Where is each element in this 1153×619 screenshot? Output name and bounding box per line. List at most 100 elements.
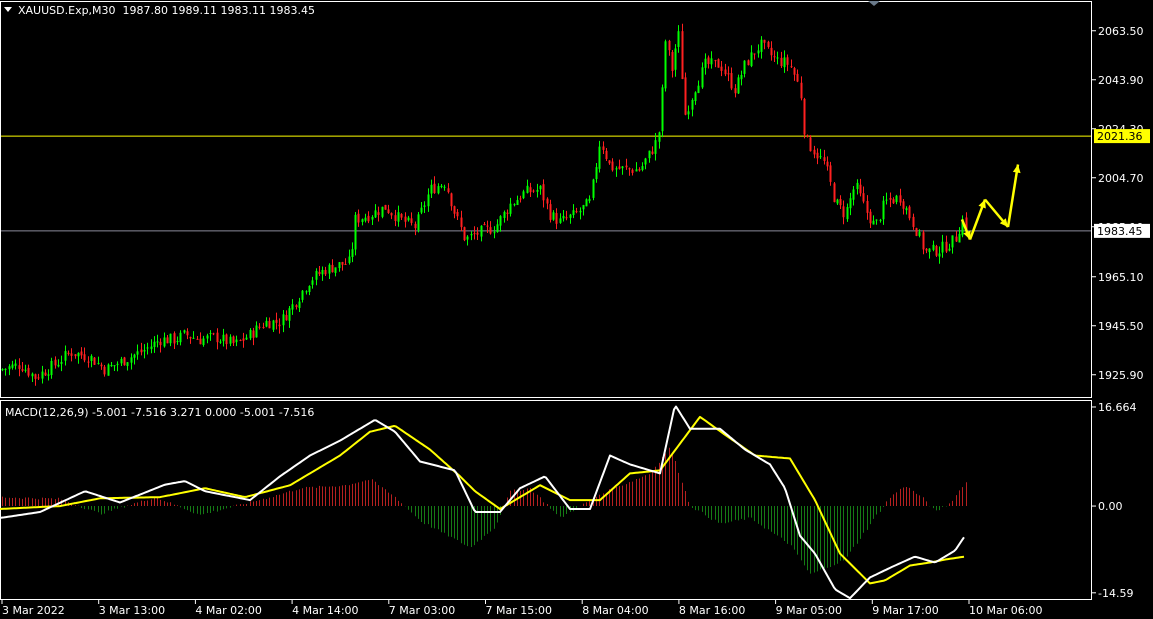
bull-candle [928,248,931,253]
bear-candle [103,366,106,375]
bull-candle [621,166,624,169]
bull-candle [427,194,430,207]
bull-candle [757,50,760,54]
bear-candle [724,69,727,75]
bull-candle [846,207,849,220]
bear-candle [892,199,895,204]
price-tick-label: 2004.70 [1098,172,1144,185]
bull-candle [938,253,941,257]
bull-candle [879,219,882,221]
bull-candle [687,111,690,115]
bull-candle [265,320,268,327]
bull-candle [572,210,575,216]
bull-candle [219,341,222,343]
bear-candle [489,227,492,234]
bull-candle [420,207,423,213]
bear-candle [212,333,215,335]
bull-candle [308,285,311,292]
resistance-price-label: 2021.36 [1097,130,1143,143]
bear-candle [460,217,463,228]
bull-candle [301,290,304,300]
bear-candle [159,341,162,346]
bear-candle [447,188,450,193]
bear-candle [638,169,641,171]
bear-candle [935,245,938,256]
bear-candle [790,66,793,68]
bear-candle [529,187,532,193]
bull-candle [644,158,647,165]
bear-candle [602,146,605,150]
bull-candle [60,362,63,364]
bull-candle [743,60,746,74]
bull-candle [499,216,502,226]
time-tick-label: 3 Mar 13:00 [99,604,165,617]
bear-candle [707,57,710,65]
bear-candle [717,59,720,68]
bull-candle [133,354,136,358]
bear-candle [295,305,298,308]
bear-candle [793,68,796,75]
bull-candle [856,182,859,190]
bull-candle [209,333,212,335]
bear-candle [869,211,872,224]
bull-candle [291,304,294,310]
bull-candle [513,204,516,206]
bear-candle [483,224,486,226]
time-tick-label: 4 Mar 14:00 [292,604,358,617]
bear-candle [232,336,235,344]
bull-candle [516,200,519,206]
bull-candle [710,58,713,65]
bear-candle [262,327,265,329]
macd-tick-label: -14.59 [1098,587,1133,600]
bull-candle [783,57,786,68]
bear-candle [829,165,832,182]
bull-candle [536,189,539,192]
bull-candle [882,200,885,220]
bull-candle [648,150,651,159]
bull-candle [941,241,944,253]
bull-candle [153,341,156,347]
bull-candle [958,233,961,243]
bull-candle [97,362,100,364]
bull-candle [895,195,898,203]
current-price-label: 1983.45 [1097,225,1143,238]
bear-candle [324,270,327,275]
bear-candle [773,56,776,58]
bull-candle [24,369,27,371]
bull-candle [14,363,17,366]
bull-candle [288,308,291,321]
bear-candle [258,326,261,328]
bear-candle [18,365,21,369]
bear-candle [21,369,24,371]
chart-menu-icon[interactable] [4,7,12,12]
bull-candle [522,191,525,199]
bull-candle [50,360,53,376]
bull-candle [569,214,572,218]
bull-candle [77,352,80,357]
bear-candle [519,198,522,200]
bull-candle [661,87,664,132]
bull-candle [255,325,258,338]
bull-candle [852,189,855,200]
macd-indicator-header: MACD(12,26,9) -5.001 -7.516 3.271 0.000 … [5,406,315,419]
time-tick-label: 7 Mar 03:00 [389,604,455,617]
bull-candle [598,146,601,169]
bear-candle [575,211,578,213]
bear-candle [803,98,806,135]
bear-candle [225,334,228,345]
bear-candle [915,228,918,236]
bull-candle [691,99,694,110]
bear-candle [390,213,393,216]
trading-chart[interactable]: 2063.502043.902024.302004.701985.101965.… [0,0,1153,619]
bear-candle [37,377,40,379]
bear-candle [753,53,756,55]
time-tick-label: 9 Mar 17:00 [872,604,938,617]
bull-candle [595,167,598,180]
bear-candle [826,161,829,167]
bear-candle [463,227,466,241]
bear-candle [285,315,288,321]
bear-candle [770,47,773,56]
bull-candle [905,208,908,211]
bull-candle [47,374,50,376]
bull-candle [245,337,248,340]
